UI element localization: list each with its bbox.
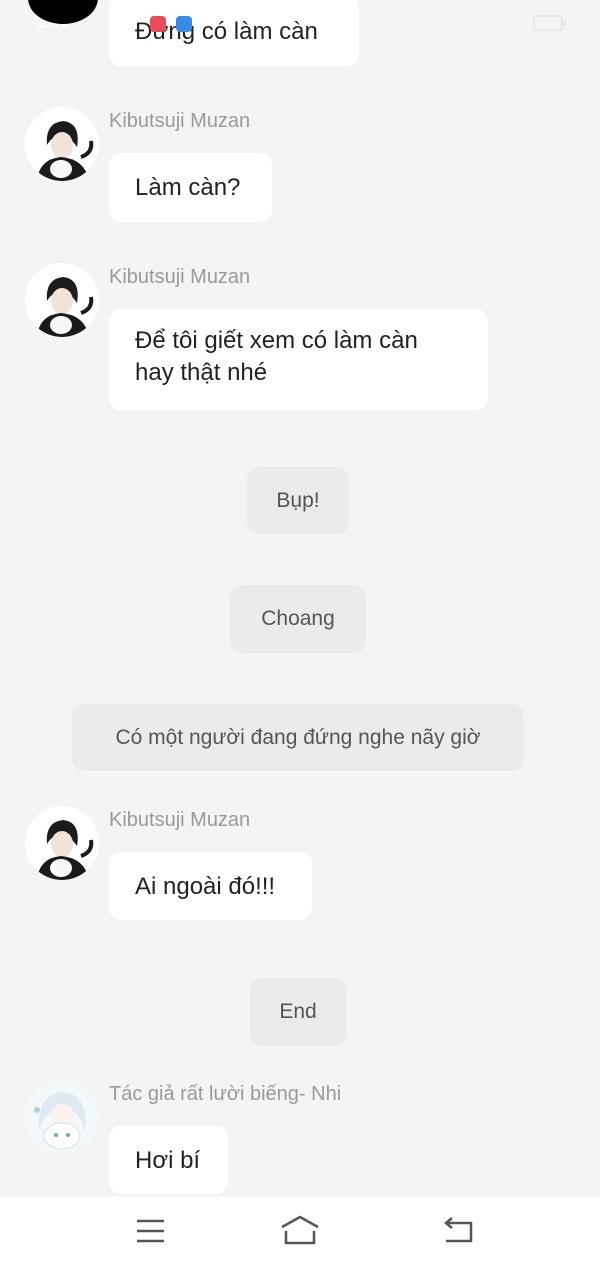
- sender-name: Kibutsuji Muzan: [109, 809, 251, 831]
- message-bubble: Làm càn?: [109, 153, 272, 222]
- avatar: [25, 107, 99, 181]
- avatar-author-icon: [25, 1080, 99, 1154]
- avatar: [25, 806, 99, 880]
- avatar-muzan-icon: [25, 263, 99, 337]
- sender-name: Tác giả rất lười biếng- Nhi: [109, 1083, 342, 1105]
- menu-icon[interactable]: [130, 1213, 170, 1249]
- navigation-bar: [0, 1197, 600, 1267]
- message-bubble: Hơi bí: [109, 1126, 228, 1194]
- sender-name: Kibutsuji Muzan: [109, 266, 251, 288]
- message-bubble: Để tôi giết xem có làm càn hay thật nhé: [109, 309, 488, 410]
- app-notification-icon: [176, 16, 192, 32]
- avatar: [25, 263, 99, 337]
- system-message: Choang: [230, 585, 366, 653]
- avatar: [25, 1080, 99, 1154]
- system-message: Có một người đang đứng nghe nãy giờ: [72, 704, 524, 771]
- home-icon[interactable]: [278, 1213, 322, 1249]
- avatar-muzan-icon: [25, 806, 99, 880]
- message-bubble: Ai ngoài đó!!!: [109, 852, 312, 920]
- system-message: Bụp!: [247, 467, 349, 534]
- sender-name: Kibutsuji Muzan: [109, 110, 251, 132]
- avatar-muzan-icon: [25, 107, 99, 181]
- back-icon[interactable]: [438, 1213, 478, 1249]
- app-notification-icon: [150, 16, 166, 32]
- battery-icon: [533, 15, 566, 31]
- system-message: End: [250, 978, 346, 1046]
